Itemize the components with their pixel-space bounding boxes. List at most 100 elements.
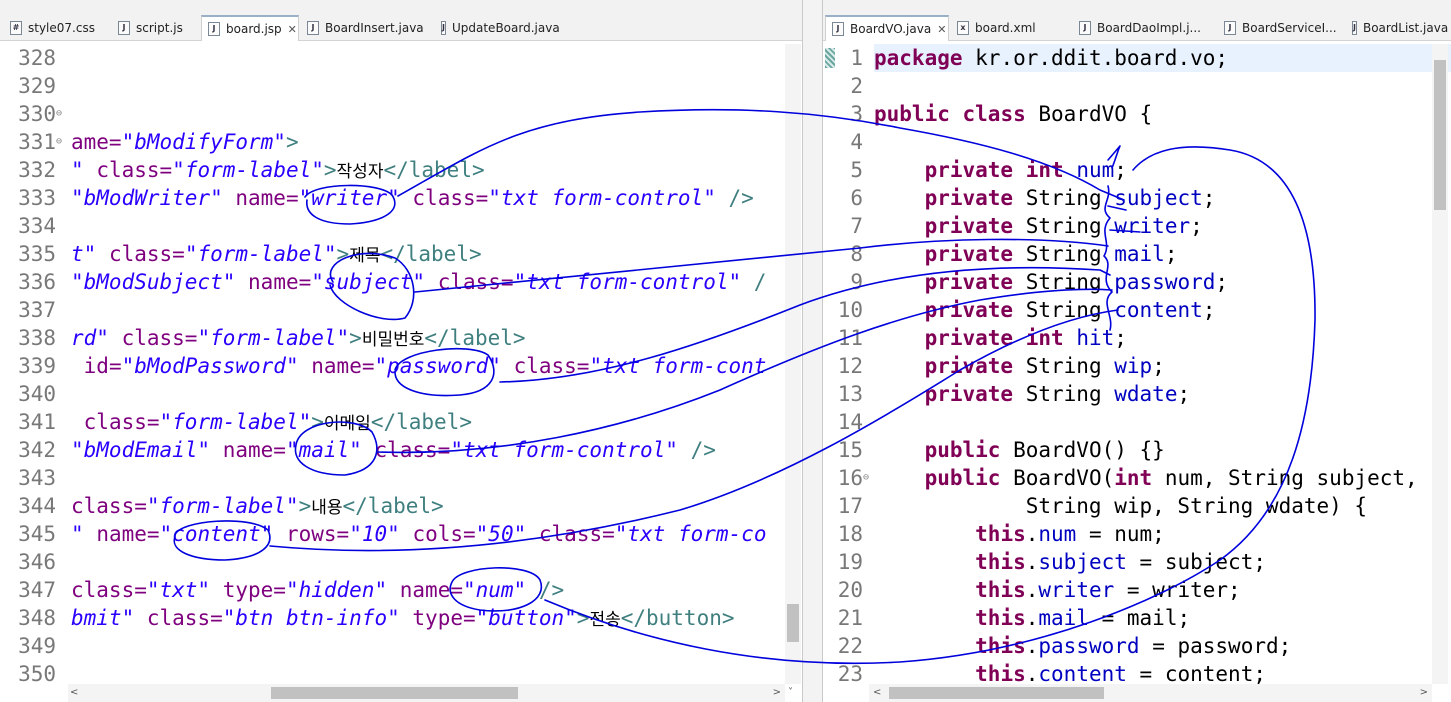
scroll-left-arrow-icon[interactable]: < — [70, 687, 78, 698]
tab-label: BoardVO.java — [850, 22, 932, 36]
code-line[interactable]: 347 class="txt" type="hidden" name="num" … — [0, 576, 802, 604]
code-line[interactable]: 15 public BoardVO() {} — [823, 436, 1451, 464]
code-line[interactable]: 336 "bModSubject" name="subject" class="t… — [0, 268, 802, 296]
code-line[interactable]: 18 this.num = num; — [823, 520, 1451, 548]
code-token: "num" — [462, 578, 527, 602]
fold-toggle-icon[interactable]: ⊖ — [56, 128, 62, 156]
code-text: " name="content" rows="10" cols="50" cla… — [71, 520, 766, 548]
code-token: 전송 — [589, 610, 621, 630]
code-token: class= — [96, 158, 173, 182]
code-token: ; — [1164, 242, 1178, 266]
code-line[interactable]: 330 ⊖ — [0, 100, 802, 128]
code-line[interactable]: 345 " name="content" rows="10" cols="50" … — [0, 520, 802, 548]
left-vertical-scrollbar[interactable]: ˅ — [785, 44, 801, 698]
code-line[interactable]: 14 — [823, 408, 1451, 436]
scroll-right-arrow-icon[interactable]: > — [773, 687, 781, 698]
code-text: private int hit; — [874, 324, 1127, 352]
code-line[interactable]: 5 private int num; — [823, 156, 1451, 184]
tab-left-4[interactable]: J UpdateBoard.java — [435, 15, 560, 41]
code-token: > — [576, 606, 590, 630]
code-line[interactable]: 1 package kr.or.ddit.board.vo; — [823, 44, 1451, 72]
left-editor-pane[interactable]: # style07.css Jscript.js Jboard.jsp ✕ J BoardI… — [0, 0, 803, 702]
code-line[interactable]: 7 private String writer; — [823, 212, 1451, 240]
pane-divider[interactable] — [803, 0, 822, 702]
code-line[interactable]: 338 rd" class="form-label">비밀번호</label> — [0, 324, 802, 352]
code-line[interactable]: 332 " class="form-label">작성자</label> — [0, 156, 802, 184]
fold-toggle-icon[interactable]: ⊖ — [56, 100, 62, 128]
left-horizontal-scroll-thumb[interactable] — [271, 687, 518, 699]
code-line[interactable]: 16 ⊖ public BoardVO(int num, String subje… — [823, 464, 1451, 492]
code-line[interactable]: 329 — [0, 72, 802, 100]
code-line[interactable]: 21 this.mail = mail; — [823, 604, 1451, 632]
code-line[interactable]: 22 this.password = password; — [823, 632, 1451, 660]
tab-right-1[interactable]: x board.xml — [951, 15, 1071, 41]
code-line[interactable]: 333 "bModWriter" name="writer" class="txt… — [0, 184, 802, 212]
close-tab-icon[interactable]: ✕ — [937, 23, 946, 36]
code-token: private — [924, 242, 1014, 266]
code-line[interactable]: 344 class="form-label">내용</label> — [0, 492, 802, 520]
left-horizontal-scrollbar[interactable]: < > — [68, 684, 785, 702]
code-line[interactable]: 13 private String wdate; — [823, 380, 1451, 408]
code-line[interactable]: 2 — [823, 72, 1451, 100]
scroll-right-arrow-icon[interactable]: > — [1420, 687, 1428, 698]
code-line[interactable]: 343 — [0, 464, 802, 492]
left-vertical-scroll-thumb[interactable] — [787, 604, 799, 642]
right-vertical-scroll-thumb[interactable] — [1434, 60, 1446, 210]
code-line[interactable]: 3 public class BoardVO { — [823, 100, 1451, 128]
code-text: ame="bModifyForm"> — [71, 128, 299, 156]
code-line[interactable]: 334 — [0, 212, 802, 240]
code-line[interactable]: 20 this.writer = writer; — [823, 576, 1451, 604]
code-token: wip — [1114, 354, 1153, 378]
right-horizontal-scrollbar[interactable]: < > — [869, 684, 1432, 702]
fold-toggle-icon[interactable]: ⊖ — [863, 464, 869, 492]
code-line[interactable]: 331 ⊖ ame="bModifyForm"> — [0, 128, 802, 156]
code-line[interactable]: 4 — [823, 128, 1451, 156]
code-token: /> — [690, 438, 716, 462]
code-line[interactable]: 10 private String content; — [823, 296, 1451, 324]
tab-left-0[interactable]: # style07.css — [4, 15, 99, 41]
code-line[interactable]: 348 bmit" class="btn btn-info" type="butt… — [0, 604, 802, 632]
code-line[interactable]: 11 private int hit; — [823, 324, 1451, 352]
scroll-left-arrow-icon[interactable]: < — [873, 687, 881, 698]
tab-right-4[interactable]: J BoardList.java — [1346, 15, 1449, 41]
code-line[interactable]: 9 private String password; — [823, 268, 1451, 296]
right-vertical-scrollbar[interactable] — [1432, 44, 1448, 684]
code-line[interactable]: 335 t" class="form-label">제목</label> — [0, 240, 802, 270]
code-line[interactable]: 341 class="form-label">이메일</label> — [0, 408, 802, 436]
code-token: String — [1013, 298, 1115, 322]
code-line[interactable]: 328 — [0, 44, 802, 72]
tab-left-3[interactable]: J BoardInsert.java — [301, 15, 433, 41]
close-tab-icon[interactable]: ✕ — [288, 23, 297, 36]
right-horizontal-scroll-thumb[interactable] — [889, 687, 1104, 699]
code-token: = content; — [1126, 662, 1266, 686]
tab-left-2[interactable]: Jboard.jsp ✕ — [201, 15, 299, 41]
tab-label: BoardList.java — [1362, 21, 1449, 35]
code-line[interactable]: 19 this.subject = subject; — [823, 548, 1451, 576]
tab-right-2[interactable]: J BoardDaoImpl.j... — [1073, 15, 1218, 41]
code-line[interactable]: 340 — [0, 380, 802, 408]
code-line[interactable]: 17 String wip, String wdate) { — [823, 492, 1451, 520]
scroll-down-arrow-icon[interactable]: ˅ — [788, 687, 793, 698]
code-line[interactable]: 6 private String subject; — [823, 184, 1451, 212]
code-text: t" class="form-label">제목</label> — [71, 240, 482, 270]
code-line[interactable]: 342 "bModEmail" name="mail" class="txt fo… — [0, 436, 802, 464]
code-line[interactable]: 12 private String wip; — [823, 352, 1451, 380]
tab-right-3[interactable]: J BoardServiceI... — [1218, 15, 1346, 41]
code-line[interactable]: 337 — [0, 296, 802, 324]
tab-left-1[interactable]: Jscript.js — [112, 15, 196, 41]
code-line[interactable]: 339 id="bModPassword" name="password" cl… — [0, 352, 802, 380]
line-number: 14 — [837, 410, 863, 434]
code-token: 비밀번호 — [361, 330, 425, 350]
tab-right-0[interactable]: J BoardVO.java ✕ — [825, 15, 949, 41]
right-editor-pane[interactable]: J BoardVO.java ✕ x board.xml J BoardDaoImpl.j.… — [822, 0, 1451, 702]
code-line[interactable]: 346 — [0, 548, 802, 576]
jsp-file-icon: J — [208, 22, 220, 36]
code-line[interactable]: 8 private String mail; — [823, 240, 1451, 268]
code-line[interactable]: 349 — [0, 632, 802, 660]
